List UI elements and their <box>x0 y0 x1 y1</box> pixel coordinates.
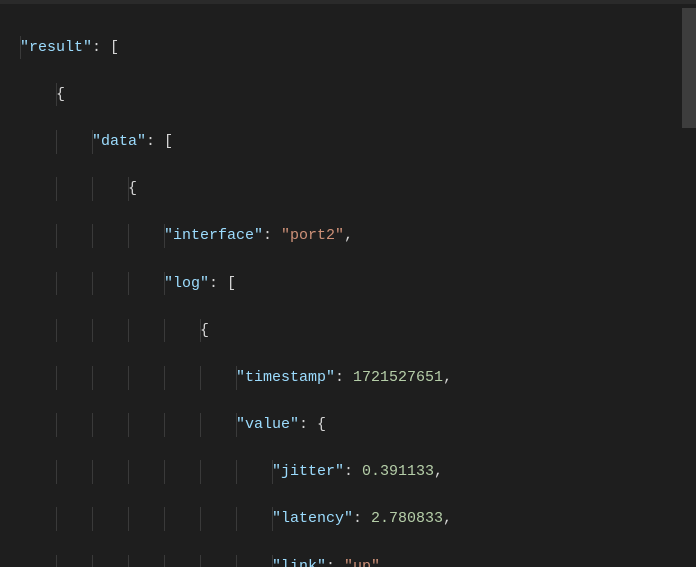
json-string: "port2" <box>281 227 344 244</box>
code-line: "link": "up", <box>20 555 696 567</box>
comma: , <box>380 558 389 567</box>
colon: : <box>353 510 371 527</box>
code-line: { <box>20 319 696 343</box>
open-brace: { <box>317 416 326 433</box>
code-editor[interactable]: "result": [ { "data": [ { "interface": "… <box>0 0 696 567</box>
code-line: "log": [ <box>20 272 696 296</box>
json-string: "up" <box>344 558 380 567</box>
json-number: 0.391133 <box>362 463 434 480</box>
comma: , <box>443 510 452 527</box>
colon: : <box>299 416 317 433</box>
code-line: "data": [ <box>20 130 696 154</box>
code-line: { <box>20 83 696 107</box>
colon: : <box>146 133 164 150</box>
code-line: "jitter": 0.391133, <box>20 460 696 484</box>
open-bracket: [ <box>110 39 119 56</box>
scrollbar-thumb[interactable] <box>682 8 696 128</box>
json-number: 1721527651 <box>353 369 443 386</box>
colon: : <box>92 39 110 56</box>
json-key-link: "link" <box>272 558 326 567</box>
comma: , <box>344 227 353 244</box>
json-key-data: "data" <box>92 133 146 150</box>
colon: : <box>335 369 353 386</box>
json-key-interface: "interface" <box>164 227 263 244</box>
code-line: "interface": "port2", <box>20 224 696 248</box>
colon: : <box>344 463 362 480</box>
open-brace: { <box>200 322 209 339</box>
code-line: "timestamp": 1721527651, <box>20 366 696 390</box>
json-code-block: "result": [ { "data": [ { "interface": "… <box>0 4 696 567</box>
open-brace: { <box>128 180 137 197</box>
json-number: 2.780833 <box>371 510 443 527</box>
colon: : <box>326 558 344 567</box>
comma: , <box>443 369 452 386</box>
json-key-jitter: "jitter" <box>272 463 344 480</box>
json-key-result: "result" <box>20 39 92 56</box>
json-key-timestamp: "timestamp" <box>236 369 335 386</box>
code-line: { <box>20 177 696 201</box>
open-brace: { <box>56 86 65 103</box>
comma: , <box>434 463 443 480</box>
json-key-log: "log" <box>164 275 209 292</box>
json-key-latency: "latency" <box>272 510 353 527</box>
code-line: "latency": 2.780833, <box>20 507 696 531</box>
open-bracket: [ <box>164 133 173 150</box>
json-key-value: "value" <box>236 416 299 433</box>
colon: : <box>209 275 227 292</box>
code-line: "value": { <box>20 413 696 437</box>
code-line: "result": [ <box>20 36 696 60</box>
open-bracket: [ <box>227 275 236 292</box>
colon: : <box>263 227 281 244</box>
